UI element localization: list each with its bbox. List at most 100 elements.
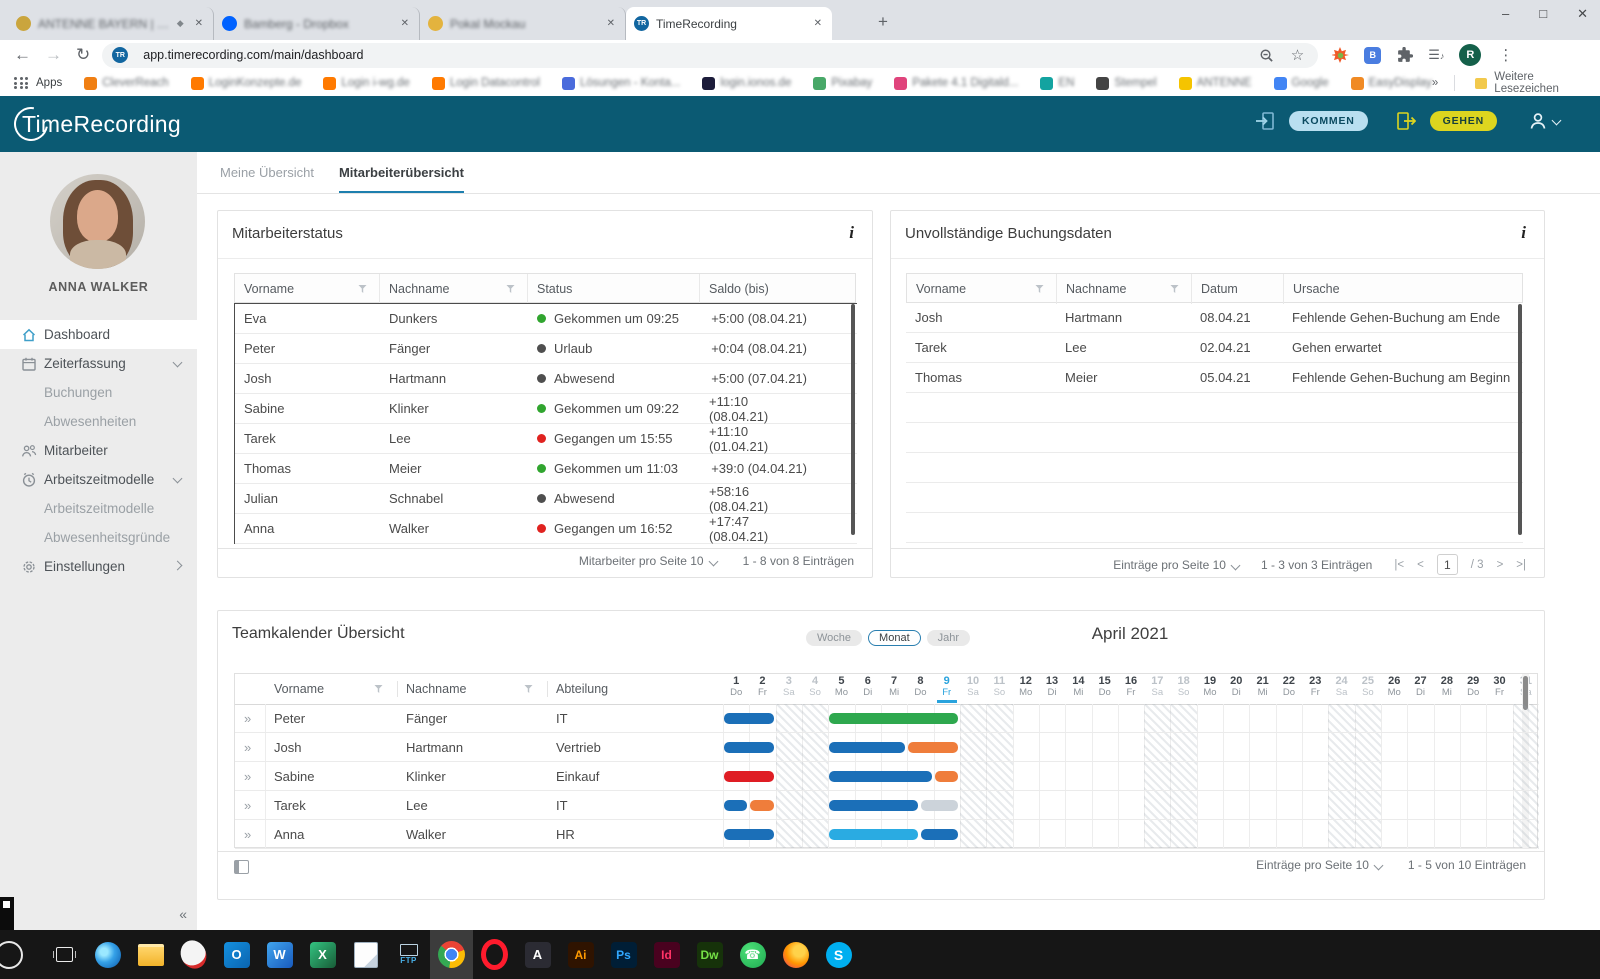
sidebar-item-arbeitszeitmodelle[interactable]: Arbeitszeitmodelle [0, 494, 197, 523]
table-row[interactable]: EvaDunkersGekommen um 09:25+5:00 (08.04.… [235, 304, 857, 334]
bookmark-star-icon[interactable]: ☆ [1291, 46, 1304, 64]
gantt-bar-orange[interactable] [750, 800, 773, 811]
table-row[interactable]: JoshHartmann08.04.21Fehlende Gehen-Buchu… [906, 303, 1523, 333]
taskbar-ftp-icon[interactable]: FTP [387, 930, 430, 979]
day-header-17[interactable]: 17Sa [1144, 675, 1170, 699]
sidebar-item-abwesenheiten[interactable]: Abwesenheiten [0, 407, 197, 436]
taskbar-whatsapp-icon[interactable]: ☎ [731, 930, 774, 979]
table-scrollbar-thumb[interactable] [851, 304, 855, 535]
maximize-button[interactable]: □ [1539, 6, 1547, 22]
taskbar-edge-icon[interactable] [86, 930, 129, 979]
user-menu-button[interactable] [1527, 110, 1560, 132]
calendar-row[interactable]: »PeterFängerIT [235, 704, 1537, 733]
page-size-select[interactable]: Mitarbeiter pro Seite 10 [579, 554, 717, 568]
last-page-button[interactable]: >| [1516, 559, 1526, 571]
bookmark-item[interactable]: Lösungen - Konta... [562, 77, 680, 90]
expand-row-icon[interactable]: » [235, 704, 265, 733]
filter-funnel-icon[interactable] [358, 285, 367, 294]
first-page-button[interactable]: |< [1394, 559, 1404, 571]
gantt-bar-blue[interactable] [829, 771, 931, 782]
filter-funnel-icon[interactable] [374, 685, 383, 694]
table-row[interactable]: ThomasMeierGekommen um 11:03+39:0 (04.04… [235, 454, 857, 484]
taskbar-firefox-icon[interactable] [774, 930, 817, 979]
expand-row-icon[interactable]: » [235, 820, 265, 849]
browser-tab[interactable]: Pokal Mockau✕ [420, 7, 626, 40]
more-bookmarks-label[interactable]: Weitere Lesezeichen [1494, 71, 1586, 95]
calendar-row[interactable]: »TarekLeeIT [235, 791, 1537, 820]
day-header-27[interactable]: 27Di [1407, 675, 1433, 699]
extension-blue-icon[interactable]: B [1364, 47, 1381, 64]
table-row[interactable]: AnnaWalkerGegangen um 16:52+17:47 (08.04… [235, 514, 857, 544]
day-header-7[interactable]: 7Mi [881, 675, 907, 699]
taskbar-indesign-icon[interactable]: Id [645, 930, 688, 979]
sidebar-item-arbeitszeitmodelle[interactable]: Arbeitszeitmodelle [0, 465, 197, 494]
new-tab-button[interactable]: + [878, 12, 888, 32]
browser-tab[interactable]: ANTENNE BAYERN | Webra...◆✕ [8, 7, 214, 40]
gantt-bar-blue[interactable] [829, 742, 905, 753]
sidebar-item-dashboard[interactable]: Dashboard [0, 320, 197, 349]
taskbar-explorer-icon[interactable] [129, 930, 172, 979]
day-header-2[interactable]: 2Fr [749, 675, 775, 699]
gantt-bar-blue[interactable] [829, 800, 918, 811]
day-header-22[interactable]: 22Do [1276, 675, 1302, 699]
day-header-3[interactable]: 3Sa [776, 675, 802, 699]
day-header-23[interactable]: 23Fr [1302, 675, 1328, 699]
address-bar[interactable]: TR app.timerecording.com/main/dashboard … [102, 43, 1318, 68]
gantt-bar-blue[interactable] [921, 829, 957, 840]
page-size-select[interactable]: Einträge pro Seite 10 [1113, 558, 1239, 572]
gantt-bar-gray[interactable] [921, 800, 957, 811]
gantt-bar-blue[interactable] [724, 800, 747, 811]
sidebar-item-mitarbeiter[interactable]: Mitarbeiter [0, 436, 197, 465]
bookmark-item[interactable]: Stempel [1096, 77, 1156, 90]
bookmark-item[interactable]: Login i-wg.de [323, 77, 409, 90]
table-row[interactable]: TarekLeeGegangen um 15:55+11:10 (01.04.2… [235, 424, 857, 454]
close-button[interactable]: ✕ [1577, 6, 1588, 22]
view-toggle-jahr[interactable]: Jahr [927, 630, 970, 646]
sidebar-item-buchungen[interactable]: Buchungen [0, 378, 197, 407]
gehen-button[interactable]: GEHEN [1430, 111, 1497, 131]
gantt-bar-blue[interactable] [724, 742, 774, 753]
taskbar-chrome-icon[interactable] [430, 930, 473, 979]
gantt-bar-cyan[interactable] [829, 829, 918, 840]
taskbar-outlook-icon[interactable]: O [215, 930, 258, 979]
day-header-28[interactable]: 28Mi [1434, 675, 1460, 699]
table-row[interactable]: SabineKlinkerGekommen um 09:22+11:10 (08… [235, 394, 857, 424]
table-row[interactable]: PeterFängerUrlaub+0:04 (08.04.21) [235, 334, 857, 364]
day-header-14[interactable]: 14Mi [1065, 675, 1091, 699]
gantt-bar-red[interactable] [724, 771, 774, 782]
apps-grid-icon[interactable] [14, 77, 29, 89]
prev-page-button[interactable]: < [1417, 559, 1424, 571]
day-header-12[interactable]: 12Mo [1013, 675, 1039, 699]
forward-icon[interactable]: → [45, 45, 62, 65]
taskbar-dreamweaver-icon[interactable]: Dw [688, 930, 731, 979]
tab-meine-übersicht[interactable]: Meine Übersicht [220, 165, 314, 194]
sidebar-item-einstellungen[interactable]: Einstellungen [0, 552, 197, 581]
browser-tab[interactable]: TRTimeRecording✕ [626, 7, 832, 40]
table-row[interactable]: TarekLee02.04.21Gehen erwartet [906, 333, 1523, 363]
taskbar-skype-icon[interactable]: S [817, 930, 860, 979]
reading-list-icon[interactable]: ☰♪ [1428, 47, 1444, 63]
back-icon[interactable]: ← [14, 45, 31, 65]
bookmark-item[interactable]: EasyDisplay [1351, 77, 1432, 90]
day-header-5[interactable]: 5Mo [828, 675, 854, 699]
column-toggle-icon[interactable] [234, 860, 249, 874]
day-header-6[interactable]: 6Di [855, 675, 881, 699]
filter-funnel-icon[interactable] [1170, 285, 1179, 294]
zoom-icon[interactable] [1259, 48, 1274, 63]
taskbar-taskview-icon[interactable] [43, 930, 86, 979]
table-row[interactable]: ThomasMeier05.04.21Fehlende Gehen-Buchun… [906, 363, 1523, 393]
info-icon[interactable]: i [849, 223, 854, 243]
bookmark-item[interactable]: login.ionos.de [702, 77, 791, 90]
taskbar-opera-icon[interactable] [473, 930, 516, 979]
day-header-9[interactable]: 9Fr [934, 675, 960, 699]
taskbar-acrobat-icon[interactable]: A [516, 930, 559, 979]
browser-tab[interactable]: Bamberg - Dropbox✕ [214, 7, 420, 40]
bookmark-item[interactable]: Pixabay [813, 77, 872, 90]
extension-sistrix-icon[interactable] [1332, 47, 1349, 64]
calendar-row[interactable]: »AnnaWalkerHR [235, 820, 1537, 849]
table-scrollbar-thumb[interactable] [1518, 304, 1522, 535]
day-header-4[interactable]: 4So [802, 675, 828, 699]
tab-close-icon[interactable]: ✕ [605, 16, 617, 31]
minimize-button[interactable]: – [1502, 6, 1509, 22]
info-icon[interactable]: i [1521, 223, 1526, 243]
